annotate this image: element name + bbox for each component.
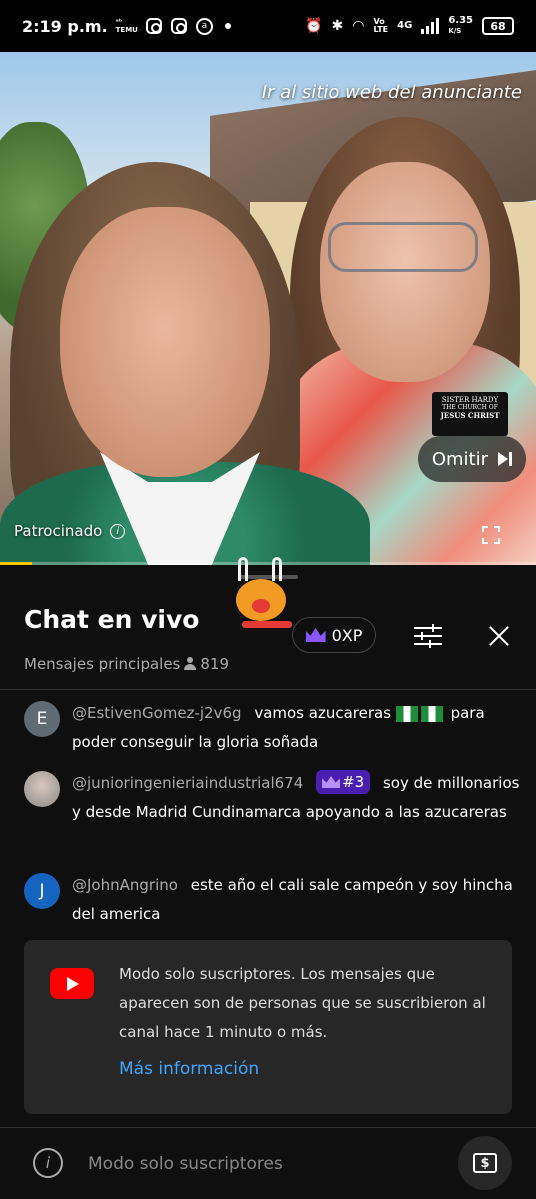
video-person-left xyxy=(0,162,370,565)
skip-label: Omitir xyxy=(431,448,488,470)
chat-input[interactable] xyxy=(88,1148,438,1180)
skip-ad-button[interactable]: Omitir xyxy=(417,436,526,482)
fullscreen-icon[interactable] xyxy=(482,526,500,544)
reindeer-icon xyxy=(232,557,294,633)
crown-icon xyxy=(322,776,341,788)
chat-message[interactable]: E @EstivenGomez-j2v6g vamos azucareras p… xyxy=(24,699,520,757)
network-speed: 6.35 K/S xyxy=(448,15,473,36)
ad-info-icon[interactable]: i xyxy=(110,523,126,539)
message-text: vamos azucareras xyxy=(254,704,392,722)
viewer-count: 819 xyxy=(200,655,230,673)
crown-icon xyxy=(305,628,326,642)
chat-message[interactable]: @junioringenieriaindustrial674 #3 soy de… xyxy=(24,769,520,827)
xp-label: 0XP xyxy=(331,625,363,645)
author-name[interactable]: @EstivenGomez-j2v6g xyxy=(72,704,242,722)
viewers-icon xyxy=(183,657,197,671)
chat-input-bar: i $ xyxy=(0,1128,536,1199)
signal-icon xyxy=(421,18,440,34)
chat-settings-icon[interactable] xyxy=(414,624,442,648)
author-name[interactable]: @JohnAngrino xyxy=(72,876,178,894)
more-info-link[interactable]: Más información xyxy=(119,1059,259,1079)
bluetooth-icon: ✱ xyxy=(331,18,344,34)
battery-icon: 68 xyxy=(482,17,514,35)
network-type: 4G xyxy=(397,20,413,31)
wifi-icon: ◠ xyxy=(352,18,365,34)
xp-button[interactable]: 0XP xyxy=(292,617,376,653)
member-badge: #3 xyxy=(316,770,371,794)
more-notifications-dot xyxy=(224,23,231,29)
advertiser-link[interactable]: Ir al sitio web del anunciante xyxy=(262,82,522,103)
youtube-logo-icon xyxy=(50,968,94,999)
volte-icon: Vo LTE xyxy=(373,17,389,34)
video-player[interactable]: SISTER HARDY THE CHURCH OF JESUS CHRIST … xyxy=(0,52,536,565)
instagram-notification-icon xyxy=(145,18,162,34)
header-divider xyxy=(0,689,536,690)
dollar-icon: $ xyxy=(473,1153,497,1173)
temu-notification-icon: ᵃᵇ TEMU xyxy=(115,18,138,34)
avatar[interactable] xyxy=(24,771,60,807)
super-chat-button[interactable]: $ xyxy=(458,1136,512,1190)
avatar[interactable]: J xyxy=(24,873,60,909)
subscribers-only-notice: Modo solo suscriptores. Los mensajes que… xyxy=(24,940,512,1114)
status-bar: 2:19 p.m. ᵃᵇ TEMU a ⏰ ✱ ◠ Vo LTE 4G 6.35… xyxy=(0,0,536,52)
alarm-icon: ⏰ xyxy=(305,18,323,34)
close-chat-icon[interactable] xyxy=(488,625,510,647)
chat-filter-label[interactable]: Mensajes principales 819 xyxy=(24,655,229,673)
avatar[interactable]: E xyxy=(24,701,60,737)
live-chat-panel: Chat en vivo Mensajes principales 819 0X… xyxy=(0,557,536,1199)
skip-next-icon xyxy=(498,452,512,466)
info-icon[interactable]: i xyxy=(33,1148,63,1178)
chat-title: Chat en vivo xyxy=(24,605,200,634)
sponsored-label: Patrocinado i xyxy=(14,522,126,540)
instagram-notification-icon-2 xyxy=(170,18,187,34)
author-name[interactable]: @junioringenieriaindustrial674 xyxy=(72,774,303,792)
app-notification-icon: a xyxy=(195,17,213,35)
clock: 2:19 p.m. xyxy=(22,16,108,36)
status-icons: ⏰ ✱ ◠ Vo LTE 4G 6.35 K/S 68 xyxy=(305,16,514,36)
flag-icon xyxy=(395,705,418,722)
notice-text: Modo solo suscriptores. Los mensajes que… xyxy=(119,965,486,1041)
flag-icon-2 xyxy=(420,705,443,722)
chat-message[interactable]: J @JohnAngrino este año el cali sale cam… xyxy=(24,871,520,929)
name-tag: SISTER HARDY THE CHURCH OF JESUS CHRIST xyxy=(432,392,508,436)
